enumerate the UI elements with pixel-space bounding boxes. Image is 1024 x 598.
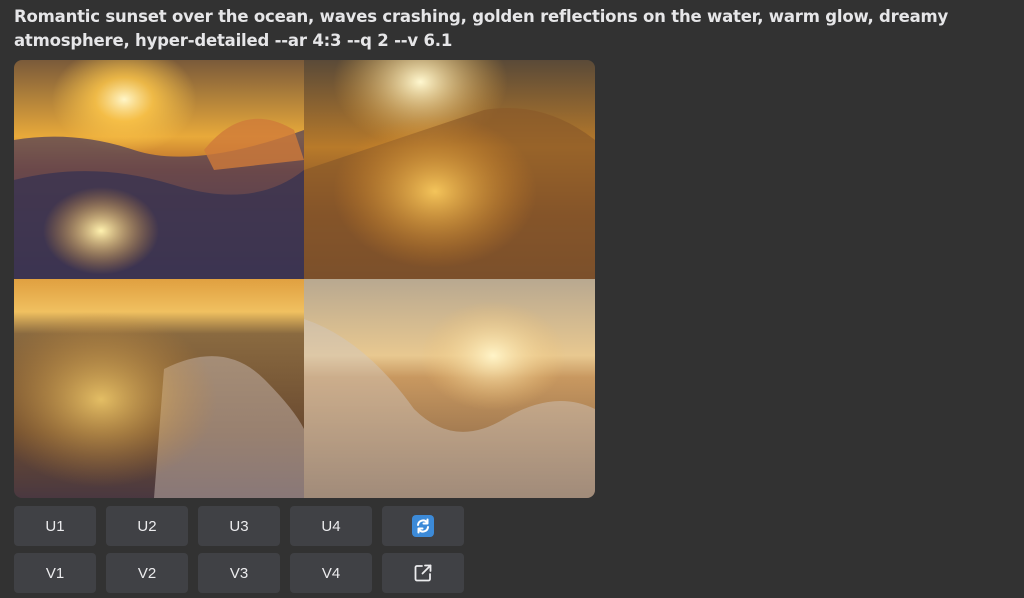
generated-image-2[interactable] [304, 60, 595, 279]
variation-button-1[interactable]: V1 [14, 553, 96, 593]
variation-button-3[interactable]: V3 [198, 553, 280, 593]
generated-image-3[interactable] [14, 279, 304, 498]
open-web-button[interactable] [382, 553, 464, 593]
prompt-text: Romantic sunset over the ocean, waves cr… [14, 7, 949, 50]
upscale-button-2[interactable]: U2 [106, 506, 188, 546]
sunset-wave-image-2 [304, 60, 595, 279]
variation-button-4[interactable]: V4 [290, 553, 372, 593]
sunset-wave-image-4 [304, 279, 595, 498]
upscale-button-4[interactable]: U4 [290, 506, 372, 546]
variation-button-2[interactable]: V2 [106, 553, 188, 593]
sunset-wave-image-1 [14, 60, 304, 279]
generated-image-1[interactable] [14, 60, 304, 279]
generated-image-4[interactable] [304, 279, 595, 498]
sunset-wave-image-3 [14, 279, 304, 498]
reroll-button[interactable] [382, 506, 464, 546]
image-grid[interactable] [14, 60, 595, 498]
external-link-icon [413, 563, 433, 583]
refresh-icon [412, 515, 434, 537]
upscale-button-1[interactable]: U1 [14, 506, 96, 546]
upscale-button-3[interactable]: U3 [198, 506, 280, 546]
